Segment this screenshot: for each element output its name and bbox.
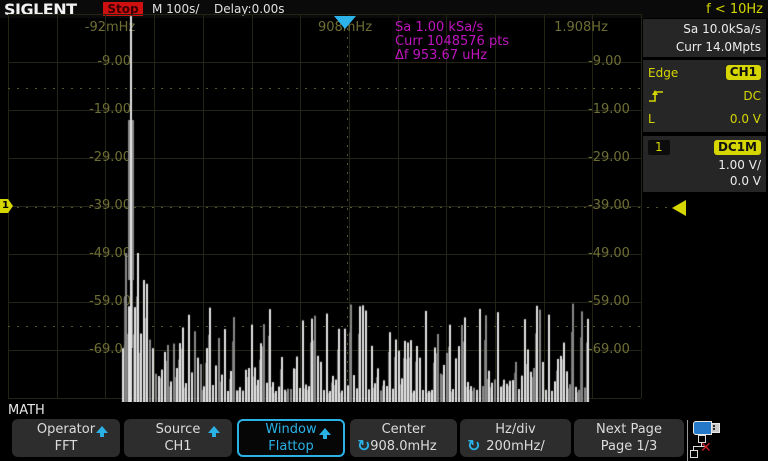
softkey-value: FFT <box>54 439 78 454</box>
usb-device-icon <box>693 421 712 435</box>
softkey-window[interactable]: Window Flattop <box>237 419 345 457</box>
trigger-coupling-label: DC <box>743 88 761 103</box>
softkey-center[interactable]: Center 908.0mHz ↻ <box>350 419 457 457</box>
lan-disconnected-icon: ✕ <box>700 440 712 456</box>
up-arrow-icon <box>96 426 108 437</box>
sample-rate-readout: Sa 10.0kSa/s <box>683 22 761 36</box>
rotate-knob-icon: ↻ <box>467 436 481 455</box>
softkey-menu-bar: MATH Operator FFT Source CH1 Window Flat… <box>0 400 768 461</box>
softkey-value: Page 1/3 <box>600 439 658 454</box>
softkey-value: CH1 <box>164 439 192 454</box>
oscilloscope-screen: SIGLENT Stop M 100s/ Delay:0.00s f < 10H… <box>0 0 768 461</box>
memory-depth-readout: Curr 14.0Mpts <box>675 40 761 54</box>
horizontal-position-marker-icon[interactable] <box>334 16 356 29</box>
fft-points: Curr 1048576 pts <box>395 34 510 49</box>
softkey-operator[interactable]: Operator FFT <box>12 419 120 457</box>
rising-edge-icon <box>649 89 663 102</box>
fft-sample-rate: Sa 1.00 kSa/s <box>395 20 484 35</box>
up-arrow-icon <box>319 428 331 439</box>
softkey-value: Flattop <box>268 439 314 454</box>
fft-readout-block: Sa 1.00 kSa/s Curr 1048576 pts Δf 953.67… <box>395 21 509 63</box>
trigger-info-box[interactable]: Edge CH1 DC L 0.0 V <box>643 60 766 132</box>
softkey-next-page[interactable]: Next Page Page 1/3 <box>574 419 684 457</box>
menu-title: MATH <box>8 403 45 418</box>
up-arrow-icon <box>208 426 220 437</box>
softkey-source[interactable]: Source CH1 <box>124 419 232 457</box>
trigger-level-arrow-icon[interactable] <box>672 200 686 216</box>
trigger-level-letter: L <box>648 111 655 126</box>
channel-scale-readout: 1.00 V/ <box>718 158 761 172</box>
channel-number-chip: 1 <box>648 139 670 155</box>
channel-offset-readout: 0.0 V <box>729 174 761 188</box>
menu-separator <box>687 420 688 461</box>
rotate-knob-icon: ↻ <box>357 436 371 455</box>
acquisition-info-box: Sa 10.0kSa/s Curr 14.0Mpts <box>643 19 766 57</box>
softkey-label: Next Page <box>596 422 662 437</box>
softkey-hz-per-div[interactable]: Hz/div 200mHz/ ↻ <box>460 419 571 457</box>
trigger-level-value: 0.0 V <box>729 111 761 126</box>
fft-delta-f: Δf 953.67 uHz <box>395 48 488 63</box>
channel1-info-box[interactable]: 1 DC1M 1.00 V/ 0.0 V <box>643 136 766 192</box>
usb-connector-icon <box>711 423 720 433</box>
lan-icon <box>690 450 698 458</box>
fft-trace-canvas <box>8 14 642 402</box>
trigger-type-label: Edge <box>648 65 679 80</box>
channel-coupling-badge: DC1M <box>713 139 761 155</box>
trigger-source-badge: CH1 <box>725 65 761 80</box>
